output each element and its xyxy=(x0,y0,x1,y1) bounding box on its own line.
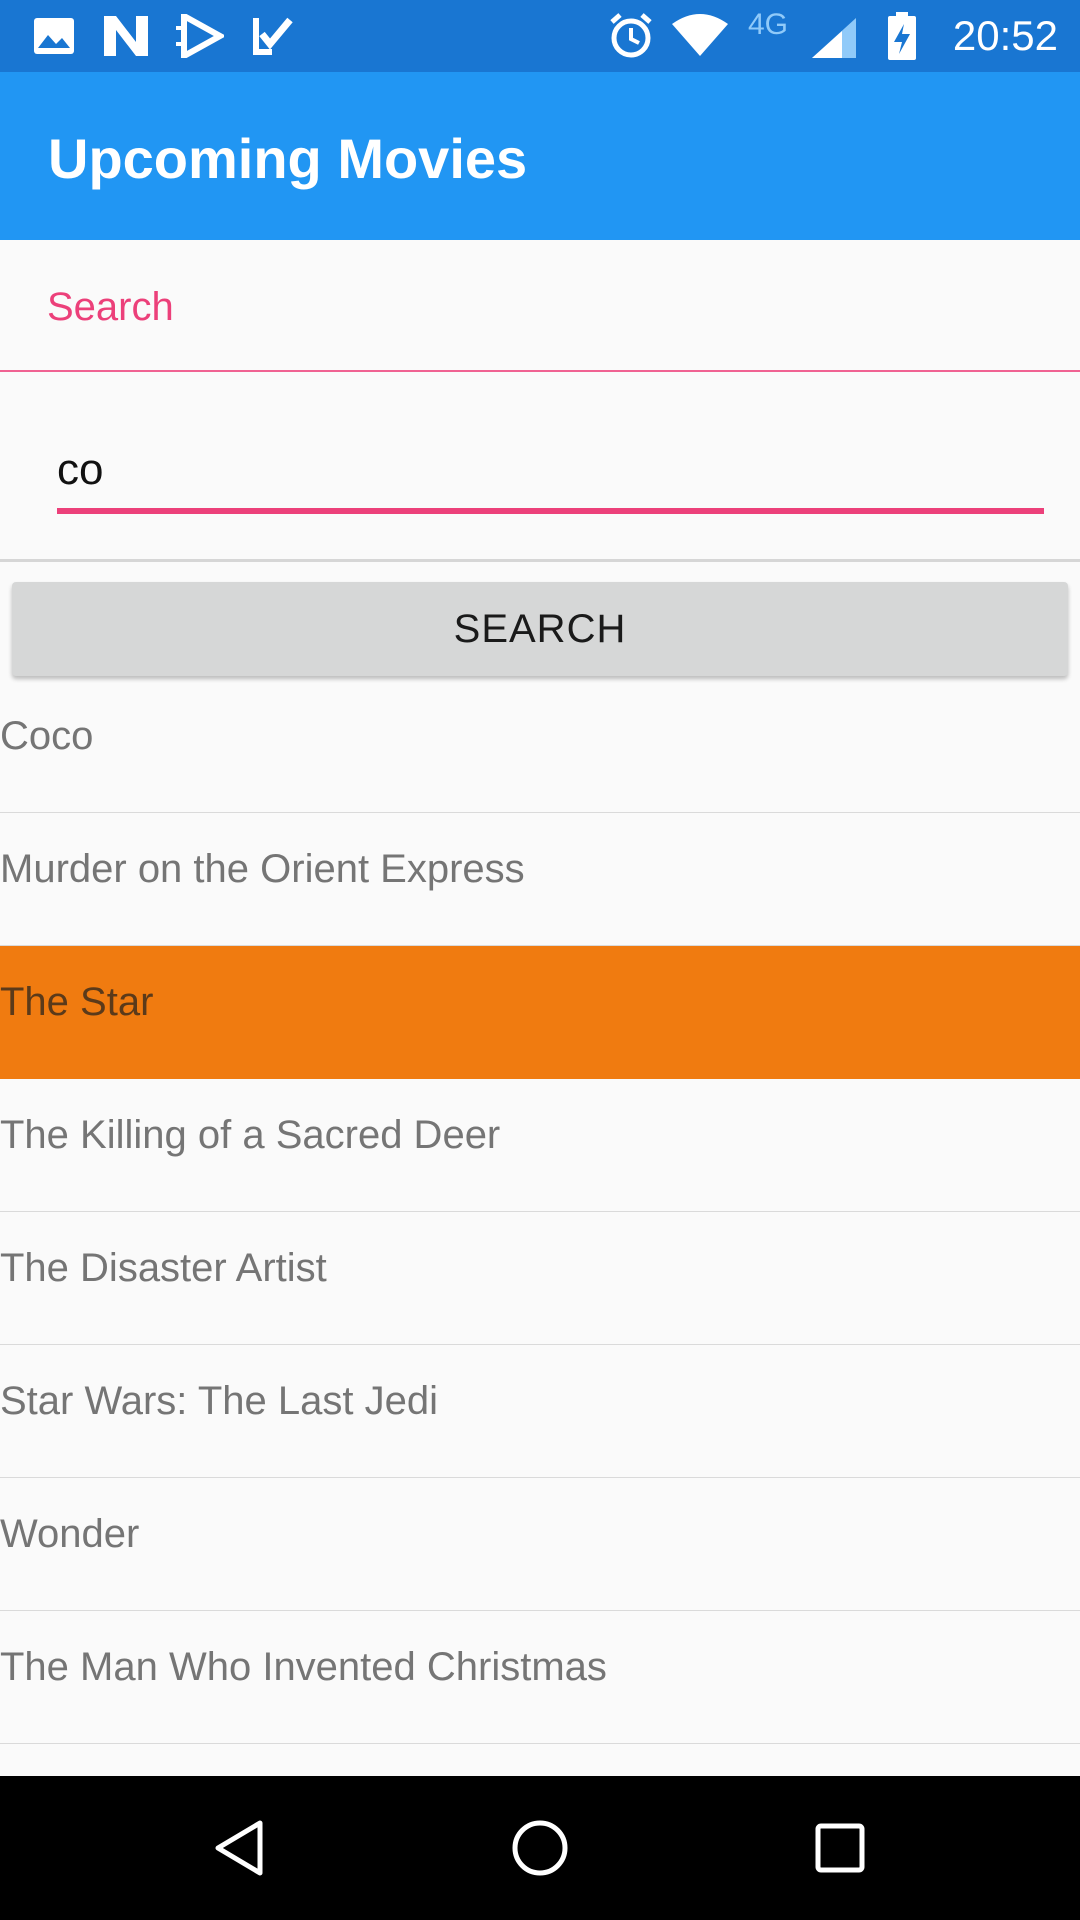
search-input[interactable] xyxy=(57,440,1044,500)
n-icon xyxy=(104,16,148,56)
image-icon xyxy=(34,18,74,54)
page-title: Upcoming Movies xyxy=(48,127,528,190)
movie-title: Wonder xyxy=(0,1512,140,1556)
battery-charging-icon xyxy=(888,12,916,60)
task-check-icon xyxy=(253,17,293,55)
movie-title: The Man Who Invented Christmas xyxy=(0,1645,607,1689)
list-item[interactable]: Coco xyxy=(0,680,1080,813)
play-store-icon xyxy=(176,14,224,58)
signal-icon xyxy=(812,18,856,58)
list-item[interactable]: Star Wars: The Last Jedi xyxy=(0,1345,1080,1478)
search-button[interactable]: SEARCH xyxy=(12,582,1068,676)
list-item[interactable]: The Star xyxy=(0,946,1080,1079)
search-input-underline xyxy=(57,508,1044,514)
list-item[interactable]: The Killing of a Sacred Deer xyxy=(0,1079,1080,1212)
list-item[interactable]: The Man Who Invented Christmas xyxy=(0,1611,1080,1744)
status-time: 20:52 xyxy=(952,12,1058,59)
wifi-icon xyxy=(672,14,728,56)
alarm-icon xyxy=(610,13,652,58)
movie-title: The Killing of a Sacred Deer xyxy=(0,1113,501,1157)
search-label: Search xyxy=(47,285,174,329)
navigation-bar xyxy=(0,1776,1080,1920)
movie-title: The Star xyxy=(0,980,154,1024)
movie-title: Coco xyxy=(0,714,94,758)
list-item[interactable]: Wonder xyxy=(0,1478,1080,1611)
app-bar: Upcoming Movies xyxy=(0,72,1080,240)
network-type-label: 4G xyxy=(748,8,789,41)
movie-title: Murder on the Orient Express xyxy=(0,847,525,891)
home-icon[interactable] xyxy=(510,1818,570,1878)
recents-icon[interactable] xyxy=(810,1818,870,1878)
movie-list[interactable]: Coco Murder on the Orient Express The St… xyxy=(0,680,1080,1778)
movie-title: The Disaster Artist xyxy=(0,1246,327,1290)
back-icon[interactable] xyxy=(210,1818,270,1878)
search-label-area: Search xyxy=(0,240,1080,372)
status-bar: 4G 20:52 xyxy=(0,0,1080,72)
list-item[interactable]: The Disaster Artist xyxy=(0,1212,1080,1345)
movie-title: Star Wars: The Last Jedi xyxy=(0,1379,438,1423)
list-item[interactable]: Murder on the Orient Express xyxy=(0,813,1080,946)
search-entry-area xyxy=(0,372,1080,562)
